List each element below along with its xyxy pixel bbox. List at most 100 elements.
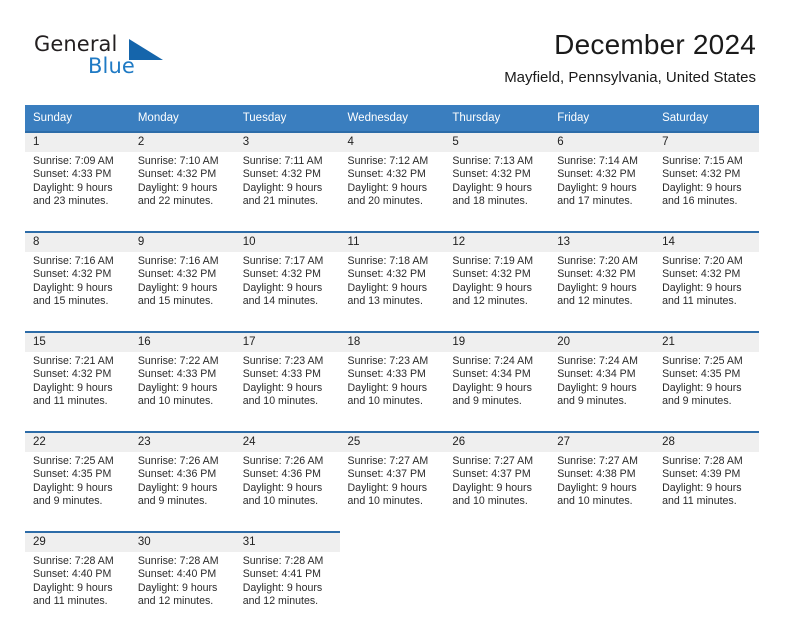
day-number[interactable]: 30 xyxy=(129,531,235,552)
day-number[interactable]: 25 xyxy=(339,431,445,452)
brand-logo[interactable]: General Blue xyxy=(34,32,214,84)
day-cell[interactable]: Sunrise: 7:22 AM Sunset: 4:33 PM Daylight:… xyxy=(129,352,235,425)
day-cell[interactable]: Sunrise: 7:27 AM Sunset: 4:37 PM Daylight:… xyxy=(444,452,550,525)
day-sunrise-text: Sunrise: 7:28 AM xyxy=(137,555,219,567)
day-sunrise-text: Sunrise: 7:21 AM xyxy=(33,355,114,367)
day-sunset-text: Sunset: 4:41 PM xyxy=(242,568,322,581)
day-number[interactable]: 20 xyxy=(549,331,655,352)
week-daynumber-row: 22 23 24 25 26 27 28 xyxy=(25,431,759,452)
day-daylight1-text: Daylight: 9 hours xyxy=(33,581,113,594)
day-cell[interactable]: Sunrise: 7:26 AM Sunset: 4:36 PM Daylight:… xyxy=(129,452,235,525)
week-spacer-cell xyxy=(25,425,759,432)
day-number[interactable]: 18 xyxy=(339,331,445,352)
day-cell[interactable]: Sunrise: 7:25 AM Sunset: 4:35 PM Daylight:… xyxy=(654,352,759,425)
day-number[interactable]: 14 xyxy=(654,231,759,252)
day-cell[interactable]: Sunrise: 7:26 AM Sunset: 4:36 PM Daylight:… xyxy=(234,452,340,525)
day-sunrise-text: Sunrise: 7:18 AM xyxy=(347,255,429,267)
day-cell[interactable]: Sunrise: 7:15 AM Sunset: 4:32 PM Daylight:… xyxy=(654,152,759,225)
day-daylight2-text: and 20 minutes. xyxy=(347,195,423,208)
day-sunrise-text: Sunrise: 7:20 AM xyxy=(662,255,743,267)
day-cell[interactable]: Sunrise: 7:09 AM Sunset: 4:33 PM Daylight:… xyxy=(25,152,130,225)
day-sunset-text: Sunset: 4:33 PM xyxy=(347,368,426,381)
week-spacer-cell xyxy=(25,525,759,532)
day-number[interactable]: 26 xyxy=(444,431,550,452)
day-number[interactable]: 1 xyxy=(25,131,130,152)
day-daylight2-text: and 10 minutes. xyxy=(557,495,633,508)
day-number[interactable]: 4 xyxy=(339,131,445,152)
day-cell[interactable]: Sunrise: 7:11 AM Sunset: 4:32 PM Daylight:… xyxy=(234,152,340,225)
calendar-header-row: Sunday Monday Tuesday Wednesday Thursday… xyxy=(25,105,759,132)
day-number[interactable]: 24 xyxy=(234,431,340,452)
page-subtitle: Mayfield, Pennsylvania, United States xyxy=(504,69,756,86)
day-cell[interactable]: Sunrise: 7:14 AM Sunset: 4:32 PM Daylight:… xyxy=(549,152,655,225)
day-cell[interactable]: Sunrise: 7:27 AM Sunset: 4:37 PM Daylight:… xyxy=(339,452,445,525)
day-number[interactable]: 3 xyxy=(234,131,340,152)
day-cell[interactable]: Sunrise: 7:24 AM Sunset: 4:34 PM Daylight:… xyxy=(444,352,550,425)
week-spacer xyxy=(25,425,759,432)
day-cell[interactable]: Sunrise: 7:27 AM Sunset: 4:38 PM Daylight:… xyxy=(549,452,655,525)
day-cell[interactable]: Sunrise: 7:25 AM Sunset: 4:35 PM Daylight:… xyxy=(25,452,130,525)
day-daylight2-text: and 11 minutes. xyxy=(662,495,737,508)
day-number[interactable]: 17 xyxy=(234,331,340,352)
day-number[interactable]: 21 xyxy=(654,331,759,352)
day-number[interactable]: 22 xyxy=(25,431,130,452)
day-cell[interactable]: Sunrise: 7:20 AM Sunset: 4:32 PM Daylight:… xyxy=(654,252,759,325)
day-cell[interactable]: Sunrise: 7:19 AM Sunset: 4:32 PM Daylight:… xyxy=(444,252,550,325)
day-cell[interactable]: Sunrise: 7:18 AM Sunset: 4:32 PM Daylight:… xyxy=(339,252,445,325)
day-number[interactable]: 7 xyxy=(654,131,759,152)
day-number[interactable]: 5 xyxy=(444,131,550,152)
day-cell[interactable]: Sunrise: 7:28 AM Sunset: 4:40 PM Daylight:… xyxy=(25,552,130,625)
day-cell[interactable]: Sunrise: 7:28 AM Sunset: 4:39 PM Daylight:… xyxy=(654,452,759,525)
day-daylight2-text: and 9 minutes. xyxy=(452,395,522,408)
day-daylight2-text: and 18 minutes. xyxy=(452,195,528,208)
day-daylight2-text: and 15 minutes. xyxy=(33,295,109,308)
day-number[interactable]: 10 xyxy=(234,231,340,252)
day-cell[interactable]: Sunrise: 7:17 AM Sunset: 4:32 PM Daylight:… xyxy=(234,252,340,325)
day-daylight2-text: and 23 minutes. xyxy=(33,195,109,208)
day-cell[interactable]: Sunrise: 7:23 AM Sunset: 4:33 PM Daylight:… xyxy=(339,352,445,425)
week-detail-row: Sunrise: 7:21 AM Sunset: 4:32 PM Daylight:… xyxy=(25,352,759,425)
day-daylight1-text: Daylight: 9 hours xyxy=(662,281,742,294)
day-cell[interactable]: Sunrise: 7:10 AM Sunset: 4:32 PM Daylight:… xyxy=(129,152,235,225)
day-daylight2-text: and 11 minutes. xyxy=(33,395,108,408)
day-number[interactable]: 11 xyxy=(339,231,445,252)
day-number[interactable]: 16 xyxy=(129,331,235,352)
day-cell[interactable]: Sunrise: 7:24 AM Sunset: 4:34 PM Daylight:… xyxy=(549,352,655,425)
day-number[interactable]: 31 xyxy=(234,531,340,552)
day-cell[interactable]: Sunrise: 7:21 AM Sunset: 4:32 PM Daylight:… xyxy=(25,352,130,425)
day-cell[interactable]: Sunrise: 7:12 AM Sunset: 4:32 PM Daylight:… xyxy=(339,152,445,225)
day-cell[interactable]: Sunrise: 7:20 AM Sunset: 4:32 PM Daylight:… xyxy=(549,252,655,325)
day-cell[interactable]: Sunrise: 7:13 AM Sunset: 4:32 PM Daylight:… xyxy=(444,152,550,225)
day-number[interactable]: 12 xyxy=(444,231,550,252)
day-daylight1-text: Daylight: 9 hours xyxy=(452,281,532,294)
day-sunset-text: Sunset: 4:33 PM xyxy=(242,368,322,381)
day-daylight1-text: Daylight: 9 hours xyxy=(347,181,428,194)
day-number[interactable]: 6 xyxy=(549,131,655,152)
day-number[interactable]: 2 xyxy=(129,131,235,152)
day-daylight1-text: Daylight: 9 hours xyxy=(557,281,637,294)
day-number[interactable]: 19 xyxy=(444,331,550,352)
day-cell-empty xyxy=(549,552,655,625)
day-sunset-text: Sunset: 4:32 PM xyxy=(452,268,531,281)
day-number[interactable]: 23 xyxy=(129,431,235,452)
weekday-header-friday: Friday xyxy=(549,105,655,132)
day-number[interactable]: 27 xyxy=(549,431,655,452)
day-cell[interactable]: Sunrise: 7:28 AM Sunset: 4:41 PM Daylight:… xyxy=(234,552,340,625)
week-spacer-cell xyxy=(25,225,759,232)
day-daylight1-text: Daylight: 9 hours xyxy=(452,181,532,194)
day-cell[interactable]: Sunrise: 7:16 AM Sunset: 4:32 PM Daylight:… xyxy=(129,252,235,325)
day-number[interactable]: 9 xyxy=(129,231,235,252)
day-number[interactable]: 28 xyxy=(654,431,759,452)
day-cell[interactable]: Sunrise: 7:28 AM Sunset: 4:40 PM Daylight:… xyxy=(129,552,235,625)
day-number[interactable]: 29 xyxy=(25,531,130,552)
day-number[interactable]: 8 xyxy=(25,231,130,252)
day-cell[interactable]: Sunrise: 7:16 AM Sunset: 4:32 PM Daylight:… xyxy=(25,252,130,325)
brand-name-blue: Blue xyxy=(88,54,135,78)
day-number[interactable]: 15 xyxy=(25,331,130,352)
day-daylight1-text: Daylight: 9 hours xyxy=(137,581,218,594)
day-daylight1-text: Daylight: 9 hours xyxy=(33,381,113,394)
weekday-header-wednesday: Wednesday xyxy=(339,105,445,132)
day-number[interactable]: 13 xyxy=(549,231,655,252)
day-daylight2-text: and 13 minutes. xyxy=(347,295,423,308)
day-cell[interactable]: Sunrise: 7:23 AM Sunset: 4:33 PM Daylight:… xyxy=(234,352,340,425)
